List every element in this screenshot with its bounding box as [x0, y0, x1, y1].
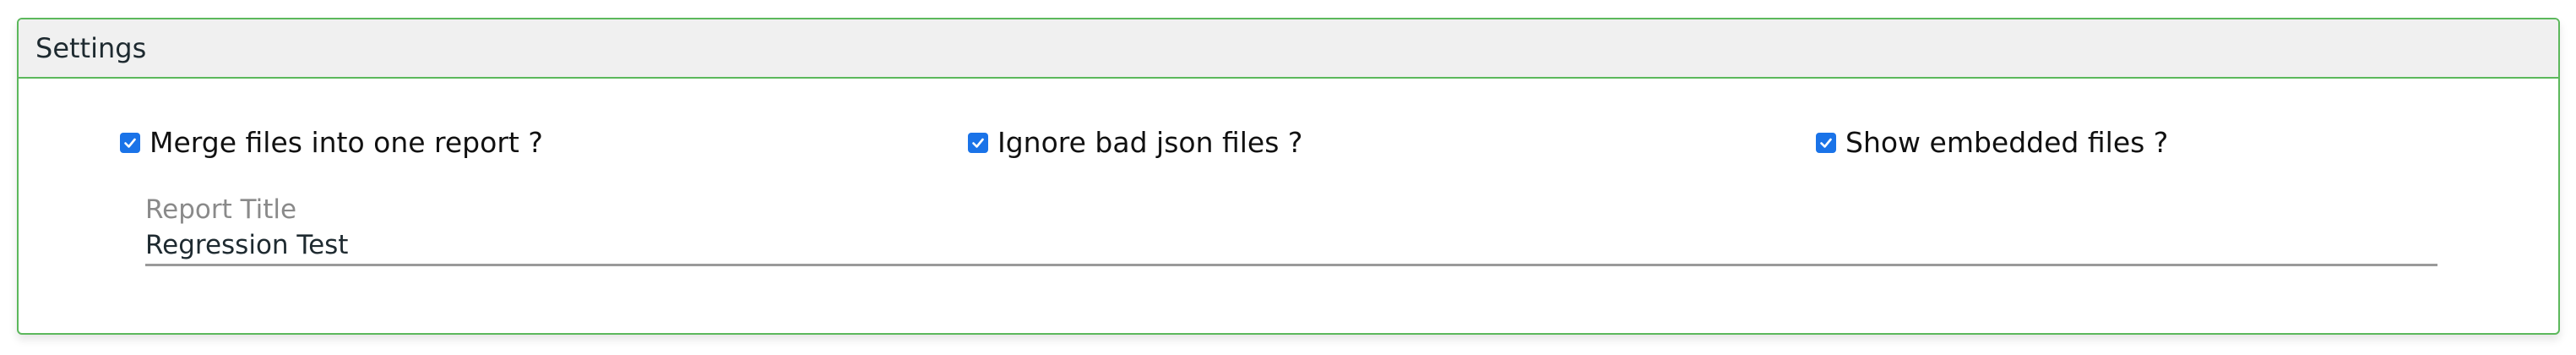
- panel-title: Settings: [35, 32, 147, 64]
- settings-panel: Settings Merge files into one report ? I…: [17, 18, 2560, 335]
- ignore-bad-json-option[interactable]: Ignore bad json files ?: [968, 126, 1302, 159]
- report-title-label: Report Title: [145, 194, 297, 225]
- merge-files-label[interactable]: Merge files into one report ?: [149, 126, 543, 159]
- checkmark-icon: [972, 138, 984, 148]
- panel-header: Settings: [19, 19, 2558, 79]
- ignore-bad-json-label[interactable]: Ignore bad json files ?: [997, 126, 1302, 159]
- show-embedded-checkbox[interactable]: [1816, 132, 1836, 153]
- show-embedded-option[interactable]: Show embedded files ?: [1816, 126, 2168, 159]
- report-title-field: Report Title: [145, 194, 2437, 266]
- ignore-bad-json-checkbox[interactable]: [968, 132, 988, 153]
- report-title-input[interactable]: [145, 226, 2437, 266]
- panel-body: Merge files into one report ? Ignore bad…: [19, 79, 2558, 333]
- page: Settings Merge files into one report ? I…: [0, 0, 2576, 355]
- merge-files-checkbox[interactable]: [120, 132, 140, 153]
- show-embedded-label[interactable]: Show embedded files ?: [1845, 126, 2168, 159]
- checkmark-icon: [1820, 138, 1832, 148]
- checkmark-icon: [124, 138, 136, 148]
- merge-files-option[interactable]: Merge files into one report ?: [120, 126, 543, 159]
